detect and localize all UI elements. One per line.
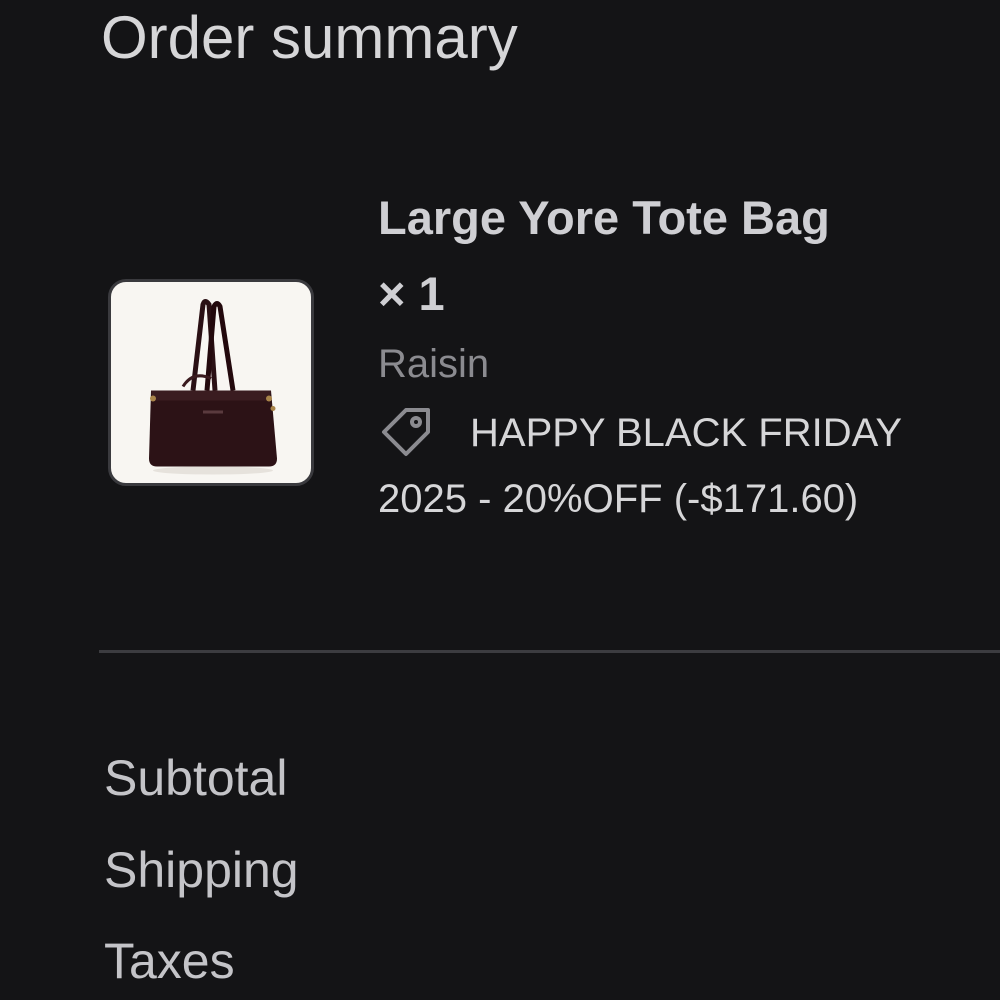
product-name: Large Yore Tote Bag × 1 bbox=[378, 180, 848, 332]
tote-bag-image bbox=[149, 299, 277, 475]
product-title: Large Yore Tote Bag bbox=[378, 191, 830, 244]
section-divider bbox=[99, 650, 1000, 653]
shipping-label: Shipping bbox=[104, 842, 299, 898]
product-thumbnail bbox=[108, 279, 314, 486]
subtotal-label: Subtotal bbox=[104, 750, 288, 806]
discount-amount: (-$171.60) bbox=[673, 477, 859, 521]
product-quantity: × 1 bbox=[378, 267, 445, 320]
taxes-label: Taxes bbox=[104, 933, 235, 989]
order-summary-title: Order summary bbox=[101, 4, 518, 71]
product-variant: Raisin bbox=[378, 342, 490, 386]
discount-line: HAPPY BLACK FRIDAY 2025 - 20%OFF (-$171.… bbox=[378, 400, 958, 532]
tag-icon bbox=[378, 402, 434, 458]
